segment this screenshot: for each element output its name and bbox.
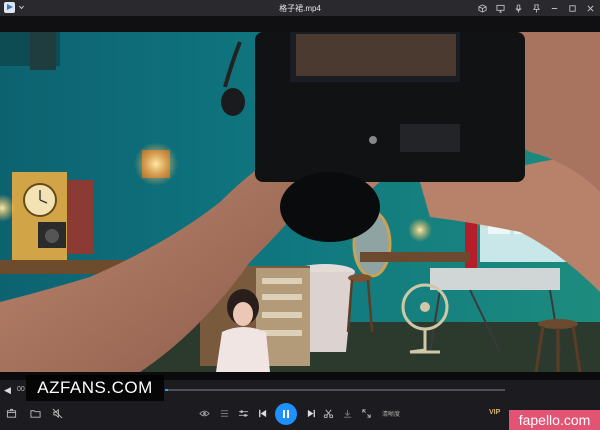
watermark-left: AZFANS.COM	[26, 375, 164, 401]
next-icon[interactable]	[304, 406, 318, 420]
folder-box-icon[interactable]	[4, 406, 18, 420]
subtitle-icon[interactable]	[217, 406, 231, 420]
title-bar: 格子裙.mp4	[0, 0, 600, 16]
monitor-icon[interactable]	[494, 2, 506, 14]
previous-icon[interactable]	[255, 406, 269, 420]
video-scene	[0, 32, 600, 372]
pin-icon[interactable]	[530, 2, 542, 14]
pause-button[interactable]	[275, 403, 297, 425]
open-folder-icon[interactable]	[28, 406, 42, 420]
close-icon[interactable]	[584, 2, 596, 14]
settings-sliders-icon[interactable]	[236, 406, 250, 420]
scissors-icon[interactable]	[321, 406, 335, 420]
eye-icon[interactable]	[197, 406, 211, 420]
microphone-icon[interactable]	[512, 2, 524, 14]
back-arrow-icon[interactable]: ◀	[4, 385, 11, 396]
current-time: 00	[17, 386, 25, 393]
cube-icon[interactable]	[476, 2, 488, 14]
fullscreen-icon[interactable]	[359, 406, 373, 420]
vip-label[interactable]: VIP	[489, 409, 500, 416]
mute-icon[interactable]	[50, 406, 64, 420]
download-icon[interactable]	[340, 406, 354, 420]
minimize-icon[interactable]	[548, 2, 560, 14]
progress-fill	[165, 389, 169, 391]
video-frame[interactable]	[0, 32, 600, 372]
progress-track[interactable]	[165, 389, 505, 391]
top-strip	[0, 16, 600, 32]
quality-button[interactable]: 清晰度	[382, 409, 400, 418]
watermark-right: fapello.com	[509, 410, 600, 430]
pause-icon	[282, 410, 285, 418]
maximize-icon[interactable]	[566, 2, 578, 14]
